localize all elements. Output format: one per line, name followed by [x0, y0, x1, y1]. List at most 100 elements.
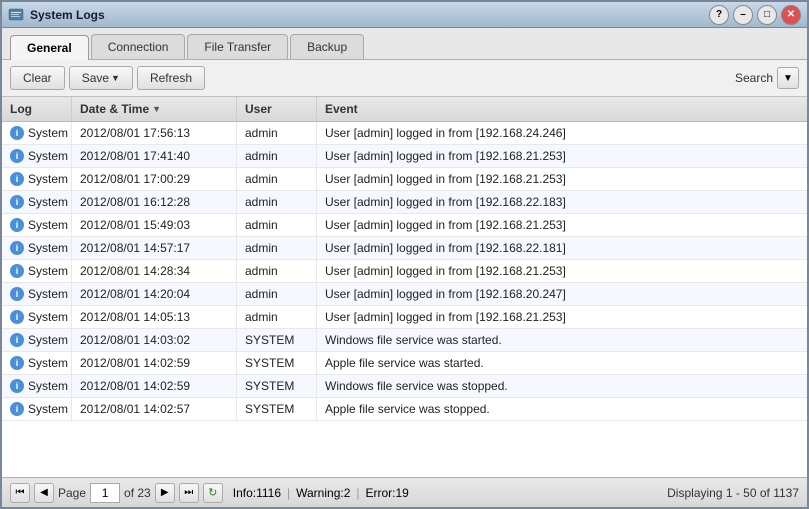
cell-datetime: 2012/08/01 14:28:34	[72, 260, 237, 282]
info-icon: i	[10, 402, 24, 416]
cell-datetime: 2012/08/01 14:57:17	[72, 237, 237, 259]
page-label: Page	[58, 486, 86, 500]
page-input[interactable]	[90, 483, 120, 503]
help-button[interactable]: ?	[709, 5, 729, 25]
warning-count: Warning:2	[296, 486, 350, 500]
tab-file-transfer[interactable]: File Transfer	[187, 34, 288, 59]
cell-event: Windows file service was started.	[317, 329, 807, 351]
cell-event: User [admin] logged in from [192.168.20.…	[317, 283, 807, 305]
displaying-text: Displaying 1 - 50 of 1137	[667, 486, 799, 500]
search-label: Search	[735, 71, 773, 85]
cell-log: i System	[2, 283, 72, 305]
table-row[interactable]: iSystem2012/08/01 14:20:04adminUser [adm…	[2, 283, 807, 306]
cell-user: admin	[237, 122, 317, 144]
cell-user: admin	[237, 214, 317, 236]
clear-button[interactable]: Clear	[10, 66, 65, 90]
separator2: |	[356, 486, 359, 500]
col-datetime[interactable]: Date & Time ▼	[72, 97, 237, 121]
table-body: iSystem2012/08/01 17:56:13adminUser [adm…	[2, 122, 807, 477]
cell-log: iSystem	[2, 237, 72, 259]
cell-event: Apple file service was started.	[317, 352, 807, 374]
status-info: Info:1116 | Warning:2 | Error:19	[233, 486, 409, 500]
next-page-button[interactable]: ▶	[155, 483, 175, 503]
info-icon: i	[10, 172, 24, 186]
table-row[interactable]: iSystem2012/08/01 17:00:29adminUser [adm…	[2, 168, 807, 191]
cell-user: SYSTEM	[237, 329, 317, 351]
first-page-button[interactable]: ⏮	[10, 483, 30, 503]
reload-button[interactable]: ↻	[203, 483, 223, 503]
table-row[interactable]: iSystem2012/08/01 14:57:17adminUser [adm…	[2, 237, 807, 260]
page-navigation: ⏮ ◀ Page of 23 ▶ ⏭ ↻	[10, 483, 223, 503]
table-row[interactable]: iSystem2012/08/01 15:49:03adminUser [adm…	[2, 214, 807, 237]
cell-datetime: 2012/08/01 16:12:28	[72, 191, 237, 213]
cell-event: User [admin] logged in from [192.168.24.…	[317, 122, 807, 144]
cell-event: User [admin] logged in from [192.168.22.…	[317, 237, 807, 259]
cell-event: Apple file service was stopped.	[317, 398, 807, 420]
cell-log: iSystem	[2, 352, 72, 374]
tab-connection[interactable]: Connection	[91, 34, 186, 59]
log-value: System	[28, 287, 68, 301]
save-label: Save	[82, 71, 109, 85]
cell-datetime: 2012/08/01 17:00:29	[72, 168, 237, 190]
table-row[interactable]: iSystem2012/08/01 14:02:59SYSTEMApple fi…	[2, 352, 807, 375]
cell-log: iSystem	[2, 375, 72, 397]
system-logs-window: System Logs ? – □ ✕ General Connection F…	[0, 0, 809, 509]
info-icon: i	[10, 218, 24, 232]
table-row[interactable]: iSystem2012/08/01 16:12:28adminUser [adm…	[2, 191, 807, 214]
cell-event: User [admin] logged in from [192.168.21.…	[317, 260, 807, 282]
window-controls: ? – □ ✕	[709, 5, 801, 25]
cell-log: i System	[2, 306, 72, 328]
window-title: System Logs	[30, 8, 709, 22]
table-row[interactable]: iSystem2012/08/01 14:03:02SYSTEMWindows …	[2, 329, 807, 352]
log-value: System	[28, 333, 68, 347]
cell-user: admin	[237, 145, 317, 167]
col-log[interactable]: Log	[2, 97, 72, 121]
log-value: System	[28, 218, 68, 232]
last-page-button[interactable]: ⏭	[179, 483, 199, 503]
cell-log: iSystem	[2, 122, 72, 144]
minimize-button[interactable]: –	[733, 5, 753, 25]
save-button[interactable]: Save ▼	[69, 66, 133, 90]
title-bar: System Logs ? – □ ✕	[2, 2, 807, 28]
log-value: System	[28, 310, 68, 324]
tab-general[interactable]: General	[10, 35, 89, 60]
info-icon: i	[10, 264, 24, 278]
col-user[interactable]: User	[237, 97, 317, 121]
cell-event: Windows file service was stopped.	[317, 375, 807, 397]
cell-log: iSystem	[2, 398, 72, 420]
prev-page-button[interactable]: ◀	[34, 483, 54, 503]
cell-datetime: 2012/08/01 14:02:59	[72, 375, 237, 397]
cell-event: User [admin] logged in from [192.168.21.…	[317, 214, 807, 236]
cell-datetime: 2012/08/01 17:56:13	[72, 122, 237, 144]
col-event[interactable]: Event	[317, 97, 807, 121]
info-icon: i	[10, 356, 24, 370]
table-row[interactable]: iSystem2012/08/01 14:28:34adminUser [adm…	[2, 260, 807, 283]
cell-user: admin	[237, 168, 317, 190]
close-button[interactable]: ✕	[781, 5, 801, 25]
table-row[interactable]: iSystem2012/08/01 14:02:57SYSTEMApple fi…	[2, 398, 807, 421]
cell-datetime: 2012/08/01 14:20:04	[72, 283, 237, 305]
error-count: Error:19	[366, 486, 409, 500]
cell-user: admin	[237, 191, 317, 213]
tab-backup[interactable]: Backup	[290, 34, 364, 59]
info-icon: i	[10, 310, 24, 324]
table-row[interactable]: iSystem2012/08/01 14:05:13adminUser [adm…	[2, 306, 807, 329]
refresh-button[interactable]: Refresh	[137, 66, 205, 90]
cell-log: iSystem	[2, 145, 72, 167]
cell-datetime: 2012/08/01 17:41:40	[72, 145, 237, 167]
log-value: System	[28, 241, 68, 255]
info-icon: i	[10, 333, 24, 347]
info-icon: i	[10, 379, 24, 393]
log-value: System	[28, 126, 68, 140]
table-row[interactable]: iSystem2012/08/01 14:02:59SYSTEMWindows …	[2, 375, 807, 398]
maximize-button[interactable]: □	[757, 5, 777, 25]
cell-event: User [admin] logged in from [192.168.22.…	[317, 191, 807, 213]
info-icon: i	[10, 287, 24, 301]
cell-user: admin	[237, 306, 317, 328]
search-toggle-button[interactable]: ▼	[777, 67, 799, 89]
status-bar: ⏮ ◀ Page of 23 ▶ ⏭ ↻ Info:1116 | Warning…	[2, 477, 807, 507]
cell-log: iSystem	[2, 260, 72, 282]
table-row[interactable]: iSystem2012/08/01 17:41:40adminUser [adm…	[2, 145, 807, 168]
table-row[interactable]: iSystem2012/08/01 17:56:13adminUser [adm…	[2, 122, 807, 145]
save-arrow-icon: ▼	[111, 73, 120, 83]
